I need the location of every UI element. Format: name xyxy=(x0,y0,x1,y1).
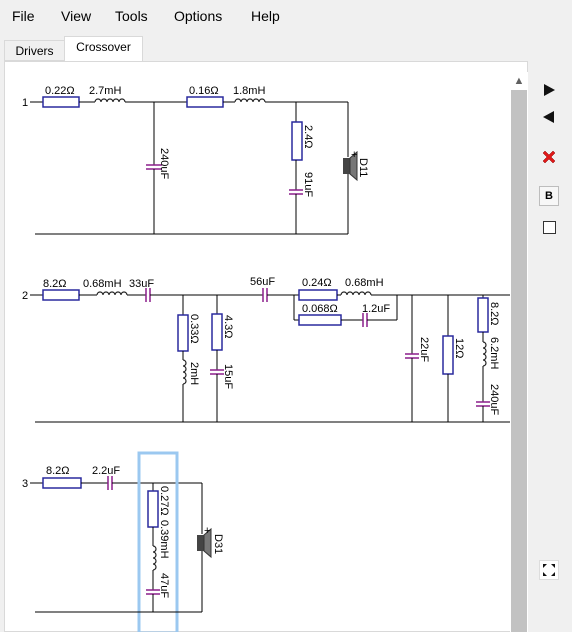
scrollbar-thumb[interactable] xyxy=(511,90,527,632)
capacitor[interactable] xyxy=(362,313,368,327)
inductor-label: 0.39mH xyxy=(158,520,170,559)
resistor[interactable] xyxy=(477,297,489,333)
inductor[interactable] xyxy=(234,98,266,103)
tab-drivers[interactable]: Drivers xyxy=(4,40,65,61)
menu-view[interactable]: View xyxy=(61,8,91,24)
menu-help[interactable]: Help xyxy=(251,8,280,24)
tab-bar: Drivers Crossover xyxy=(0,36,572,62)
inductor-label: 0.68mH xyxy=(345,277,384,289)
polarity-plus: + xyxy=(351,149,357,161)
resistor[interactable] xyxy=(42,477,82,489)
resistor-label: 4.3Ω xyxy=(222,315,234,339)
delete-button[interactable] xyxy=(539,147,559,167)
previous-button[interactable] xyxy=(539,107,559,127)
inductor[interactable] xyxy=(96,291,128,296)
tab-crossover[interactable]: Crossover xyxy=(64,36,143,61)
inductor[interactable] xyxy=(152,545,157,571)
resistor[interactable] xyxy=(186,96,224,108)
fit-view-button[interactable] xyxy=(539,560,559,580)
capacitor-label: 33uF xyxy=(129,278,154,290)
circuit-1-number: 1 xyxy=(22,97,28,109)
resistor-label: 8.2Ω xyxy=(46,465,70,477)
capacitor[interactable] xyxy=(107,476,113,490)
inductor-label: 0.68mH xyxy=(83,278,122,290)
resistor-label: 0.27Ω xyxy=(158,486,170,516)
resistor-label: 0.24Ω xyxy=(302,277,332,289)
capacitor-label: 56uF xyxy=(250,276,275,288)
inductor[interactable] xyxy=(94,98,126,103)
resistor[interactable] xyxy=(177,314,189,352)
polarity-plus: + xyxy=(204,525,210,537)
inductor[interactable] xyxy=(340,291,372,296)
resistor-label: 0.16Ω xyxy=(189,85,219,97)
menu-bar: File View Tools Options Help xyxy=(0,0,572,34)
resistor[interactable] xyxy=(147,490,159,528)
resistor[interactable] xyxy=(298,289,338,301)
resistor[interactable] xyxy=(211,313,223,351)
inductor-label: 6.2mH xyxy=(488,337,500,369)
play-right-icon xyxy=(544,84,555,96)
resistor[interactable] xyxy=(291,121,303,161)
fit-arrows-icon xyxy=(543,564,555,576)
capacitor[interactable] xyxy=(146,589,160,595)
capacitor[interactable] xyxy=(210,369,224,375)
inductor[interactable] xyxy=(482,341,487,367)
capacitor-label: 22uF xyxy=(418,337,430,362)
capacitor-label: 47uF xyxy=(158,573,170,598)
resistor-label: 0.068Ω xyxy=(302,303,338,315)
capacitor-label: 240uF xyxy=(488,384,500,415)
resistor[interactable] xyxy=(442,335,454,375)
vertical-scrollbar[interactable]: ▲ xyxy=(510,72,528,632)
capacitor-label: 2.2uF xyxy=(92,465,120,477)
capacitor-label: 240uF xyxy=(158,148,170,179)
inductor-label: 2.7mH xyxy=(89,85,121,97)
capacitor[interactable] xyxy=(405,353,419,359)
resistor-label: 2.4Ω xyxy=(302,125,314,149)
option-checkbox[interactable] xyxy=(543,221,556,234)
scroll-up-icon[interactable]: ▲ xyxy=(510,72,528,90)
resistor-label: 12Ω xyxy=(453,338,465,358)
circuit-3-number: 3 xyxy=(22,478,28,490)
menu-tools[interactable]: Tools xyxy=(115,8,148,24)
resistor-label: 0.33Ω xyxy=(188,314,200,344)
inductor-label: 2mH xyxy=(188,362,200,385)
driver-label: D11 xyxy=(357,158,369,177)
red-x-icon xyxy=(542,150,556,164)
capacitor[interactable] xyxy=(476,401,490,407)
menu-options[interactable]: Options xyxy=(174,8,222,24)
capacitor[interactable] xyxy=(262,288,268,302)
menu-file[interactable]: File xyxy=(12,8,35,24)
play-left-icon xyxy=(543,111,554,123)
capacitor[interactable] xyxy=(289,189,303,195)
b-button[interactable]: B xyxy=(539,186,559,206)
resistor-label: 0.22Ω xyxy=(45,85,75,97)
capacitor-label: 15uF xyxy=(222,364,234,389)
capacitor-label: 1.2uF xyxy=(362,303,390,315)
driver-label: D31 xyxy=(212,534,224,554)
inductor[interactable] xyxy=(182,359,187,385)
resistor[interactable] xyxy=(298,314,342,326)
selection-highlight xyxy=(137,451,179,632)
capacitor[interactable] xyxy=(145,288,151,302)
circuit-2-number: 2 xyxy=(22,290,28,302)
resistor[interactable] xyxy=(42,289,80,301)
capacitor-label: 91uF xyxy=(302,172,314,197)
next-button[interactable] xyxy=(539,80,559,100)
crossover-schematic: 1 0.22Ω 2.7mH 0.16Ω 1.8mH 240uF 2.4Ω 91u… xyxy=(22,85,512,632)
resistor[interactable] xyxy=(42,96,80,108)
resistor-label: 8.2Ω xyxy=(43,278,67,290)
inductor-label: 1.8mH xyxy=(233,85,265,97)
resistor-label: 8.2Ω xyxy=(488,302,500,326)
